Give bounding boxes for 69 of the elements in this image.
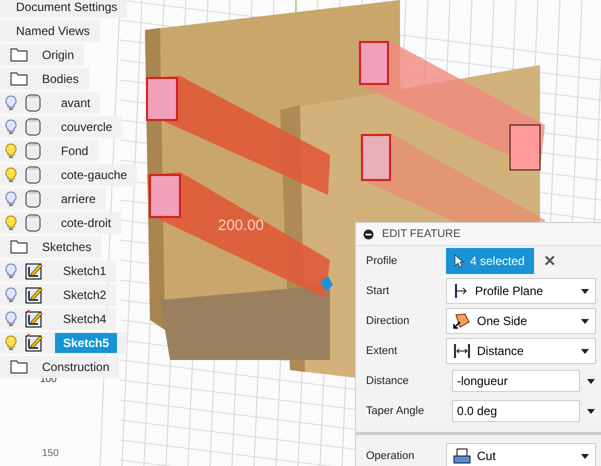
lightbulb-icon[interactable] (5, 167, 17, 183)
sketch-icon (25, 334, 43, 352)
folder-icon (10, 72, 28, 86)
lightbulb-icon[interactable] (5, 95, 17, 111)
tree-item[interactable]: Fond (0, 140, 98, 162)
browser-header[interactable]: Named Views (0, 20, 100, 42)
input-field[interactable]: 0.0 deg (452, 400, 580, 422)
tree-item[interactable]: Sketch4 (0, 308, 116, 330)
folder-item[interactable]: Bodies (0, 68, 89, 90)
collapse-icon[interactable] (363, 228, 374, 240)
lightbulb-icon[interactable] (5, 143, 17, 159)
folder-icon (10, 360, 28, 374)
tree-item[interactable]: cote-gauche (0, 164, 138, 186)
browser-header[interactable]: Document Settings (0, 0, 128, 18)
lightbulb-icon[interactable] (5, 287, 17, 303)
folder-item[interactable]: Origin (0, 44, 84, 66)
input-field[interactable]: -longueur (452, 370, 580, 392)
panel-title: EDIT FEATURE (382, 228, 460, 240)
caret-icon (581, 318, 589, 324)
tree-item[interactable]: cote-droit (0, 212, 122, 234)
dropdown[interactable]: Cut (446, 443, 596, 466)
dropdown[interactable]: Profile Plane (446, 278, 596, 304)
field-label: Profile (366, 255, 398, 267)
lightbulb-icon[interactable] (5, 191, 17, 207)
caret-icon[interactable] (587, 408, 595, 414)
body-icon (25, 118, 41, 136)
dimension-label: 200.00 (218, 217, 264, 234)
field-label: Start (366, 285, 390, 297)
folder-icon (10, 240, 28, 254)
cursor-icon (454, 254, 464, 268)
caret-icon (581, 288, 589, 294)
distance-icon (453, 343, 471, 359)
direction-icon (453, 313, 471, 329)
tree-item[interactable]: Sketch1 (0, 260, 116, 282)
folder-icon (10, 48, 28, 62)
lightbulb-icon[interactable] (5, 263, 17, 279)
sketch-icon (25, 310, 43, 328)
body-icon (25, 166, 41, 184)
lightbulb-icon[interactable] (5, 311, 17, 327)
body-icon (25, 142, 41, 160)
folder-item[interactable]: Sketches (0, 236, 102, 258)
body-icon (25, 190, 41, 208)
clear-button[interactable]: ✕ (540, 252, 561, 270)
lightbulb-icon[interactable] (5, 335, 17, 351)
field-label: Direction (366, 315, 410, 327)
caret-icon (581, 348, 589, 354)
cut-icon (453, 448, 471, 464)
dropdown[interactable]: One Side (446, 308, 596, 334)
field-label: Distance (366, 375, 410, 387)
field-label: Extent (366, 345, 398, 357)
sketch-icon (25, 262, 43, 280)
body-icon (25, 214, 41, 232)
tree-item[interactable]: Sketch2 (0, 284, 116, 306)
arrow-handle-icon[interactable] (318, 274, 334, 292)
grid-label: 150 (42, 448, 59, 459)
folder-item[interactable]: Construction (0, 356, 120, 378)
tree-item[interactable]: avant (0, 92, 100, 114)
dropdown[interactable]: Distance (446, 338, 596, 364)
lightbulb-icon[interactable] (5, 215, 17, 231)
tree-item[interactable]: couvercle (0, 116, 122, 138)
field-label: Operation (366, 450, 416, 462)
field-label: Taper Angle (366, 405, 426, 417)
sketch-icon (25, 286, 43, 304)
body-icon (25, 94, 41, 112)
profile-plane-icon (453, 283, 469, 299)
tree-item[interactable]: arriere (0, 188, 106, 210)
lightbulb-icon[interactable] (5, 119, 17, 135)
caret-icon[interactable] (587, 378, 595, 384)
caret-icon (581, 454, 589, 458)
